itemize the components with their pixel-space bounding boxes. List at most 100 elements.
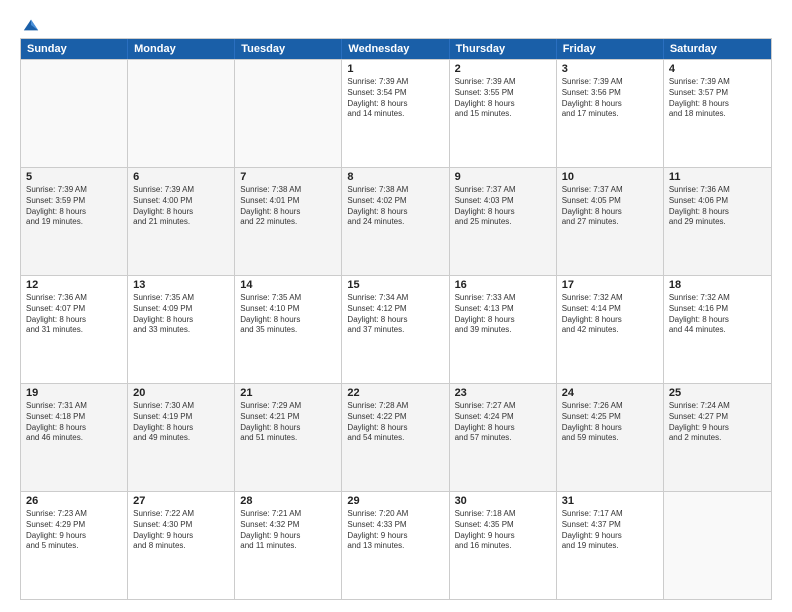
day-info: Sunrise: 7:36 AM Sunset: 4:06 PM Dayligh… xyxy=(669,185,766,228)
day-number: 2 xyxy=(455,63,551,75)
day-info: Sunrise: 7:27 AM Sunset: 4:24 PM Dayligh… xyxy=(455,401,551,444)
day-cell-7: 7 Sunrise: 7:38 AM Sunset: 4:01 PM Daylig… xyxy=(235,168,342,275)
day-cell-30: 30 Sunrise: 7:18 AM Sunset: 4:35 PM Dayli… xyxy=(450,492,557,599)
day-number: 30 xyxy=(455,495,551,507)
day-cell-11: 11 Sunrise: 7:36 AM Sunset: 4:06 PM Dayli… xyxy=(664,168,771,275)
empty-cell-r0c1 xyxy=(128,60,235,167)
day-number: 28 xyxy=(240,495,336,507)
day-number: 26 xyxy=(26,495,122,507)
day-info: Sunrise: 7:35 AM Sunset: 4:09 PM Dayligh… xyxy=(133,293,229,336)
day-cell-8: 8 Sunrise: 7:38 AM Sunset: 4:02 PM Daylig… xyxy=(342,168,449,275)
day-number: 24 xyxy=(562,387,658,399)
day-info: Sunrise: 7:23 AM Sunset: 4:29 PM Dayligh… xyxy=(26,509,122,552)
day-cell-20: 20 Sunrise: 7:30 AM Sunset: 4:19 PM Dayli… xyxy=(128,384,235,491)
day-info: Sunrise: 7:24 AM Sunset: 4:27 PM Dayligh… xyxy=(669,401,766,444)
day-info: Sunrise: 7:17 AM Sunset: 4:37 PM Dayligh… xyxy=(562,509,658,552)
calendar-row-5: 26 Sunrise: 7:23 AM Sunset: 4:29 PM Dayli… xyxy=(21,491,771,599)
day-info: Sunrise: 7:28 AM Sunset: 4:22 PM Dayligh… xyxy=(347,401,443,444)
day-cell-24: 24 Sunrise: 7:26 AM Sunset: 4:25 PM Dayli… xyxy=(557,384,664,491)
day-number: 4 xyxy=(669,63,766,75)
calendar: SundayMondayTuesdayWednesdayThursdayFrid… xyxy=(20,38,772,600)
day-number: 20 xyxy=(133,387,229,399)
day-number: 10 xyxy=(562,171,658,183)
calendar-row-4: 19Sunrise: 7:31 AM Sunset: 4:18 PM Dayli… xyxy=(21,383,771,491)
day-info: Sunrise: 7:39 AM Sunset: 3:54 PM Dayligh… xyxy=(347,77,443,120)
day-info: Sunrise: 7:37 AM Sunset: 4:05 PM Dayligh… xyxy=(562,185,658,228)
day-cell-22: 22 Sunrise: 7:28 AM Sunset: 4:22 PM Dayli… xyxy=(342,384,449,491)
day-number: 29 xyxy=(347,495,443,507)
weekday-header-tuesday: Tuesday xyxy=(235,39,342,59)
day-cell-1: 1 Sunrise: 7:39 AM Sunset: 3:54 PM Daylig… xyxy=(342,60,449,167)
day-cell-10: 10 Sunrise: 7:37 AM Sunset: 4:05 PM Dayli… xyxy=(557,168,664,275)
day-cell-12: 12Sunrise: 7:36 AM Sunset: 4:07 PM Dayli… xyxy=(21,276,128,383)
calendar-header: SundayMondayTuesdayWednesdayThursdayFrid… xyxy=(21,39,771,59)
day-number: 19 xyxy=(26,387,122,399)
day-number: 23 xyxy=(455,387,551,399)
calendar-row-1: 1 Sunrise: 7:39 AM Sunset: 3:54 PM Daylig… xyxy=(21,59,771,167)
day-cell-23: 23 Sunrise: 7:27 AM Sunset: 4:24 PM Dayli… xyxy=(450,384,557,491)
day-cell-4: 4 Sunrise: 7:39 AM Sunset: 3:57 PM Daylig… xyxy=(664,60,771,167)
weekday-header-friday: Friday xyxy=(557,39,664,59)
page-header xyxy=(20,16,772,30)
day-number: 6 xyxy=(133,171,229,183)
calendar-row-2: 5 Sunrise: 7:39 AM Sunset: 3:59 PM Daylig… xyxy=(21,167,771,275)
day-cell-25: 25 Sunrise: 7:24 AM Sunset: 4:27 PM Dayli… xyxy=(664,384,771,491)
day-info: Sunrise: 7:32 AM Sunset: 4:16 PM Dayligh… xyxy=(669,293,766,336)
day-info: Sunrise: 7:18 AM Sunset: 4:35 PM Dayligh… xyxy=(455,509,551,552)
day-cell-6: 6Sunrise: 7:39 AM Sunset: 4:00 PM Daylig… xyxy=(128,168,235,275)
weekday-header-sunday: Sunday xyxy=(21,39,128,59)
day-cell-29: 29 Sunrise: 7:20 AM Sunset: 4:33 PM Dayli… xyxy=(342,492,449,599)
day-cell-15: 15Sunrise: 7:34 AM Sunset: 4:12 PM Dayli… xyxy=(342,276,449,383)
day-info: Sunrise: 7:32 AM Sunset: 4:14 PM Dayligh… xyxy=(562,293,658,336)
page: SundayMondayTuesdayWednesdayThursdayFrid… xyxy=(0,0,792,612)
day-info: Sunrise: 7:29 AM Sunset: 4:21 PM Dayligh… xyxy=(240,401,336,444)
day-number: 18 xyxy=(669,279,766,291)
day-cell-14: 14Sunrise: 7:35 AM Sunset: 4:10 PM Dayli… xyxy=(235,276,342,383)
day-cell-21: 21 Sunrise: 7:29 AM Sunset: 4:21 PM Dayli… xyxy=(235,384,342,491)
day-info: Sunrise: 7:37 AM Sunset: 4:03 PM Dayligh… xyxy=(455,185,551,228)
day-info: Sunrise: 7:39 AM Sunset: 3:57 PM Dayligh… xyxy=(669,77,766,120)
day-number: 1 xyxy=(347,63,443,75)
day-info: Sunrise: 7:20 AM Sunset: 4:33 PM Dayligh… xyxy=(347,509,443,552)
day-number: 17 xyxy=(562,279,658,291)
day-info: Sunrise: 7:39 AM Sunset: 3:56 PM Dayligh… xyxy=(562,77,658,120)
day-info: Sunrise: 7:39 AM Sunset: 3:55 PM Dayligh… xyxy=(455,77,551,120)
day-cell-18: 18 Sunrise: 7:32 AM Sunset: 4:16 PM Dayli… xyxy=(664,276,771,383)
day-info: Sunrise: 7:21 AM Sunset: 4:32 PM Dayligh… xyxy=(240,509,336,552)
logo-icon xyxy=(22,16,40,34)
day-info: Sunrise: 7:39 AM Sunset: 3:59 PM Dayligh… xyxy=(26,185,122,228)
day-cell-27: 27 Sunrise: 7:22 AM Sunset: 4:30 PM Dayli… xyxy=(128,492,235,599)
empty-cell-r0c2 xyxy=(235,60,342,167)
empty-cell-r0c0 xyxy=(21,60,128,167)
day-info: Sunrise: 7:26 AM Sunset: 4:25 PM Dayligh… xyxy=(562,401,658,444)
day-cell-2: 2 Sunrise: 7:39 AM Sunset: 3:55 PM Daylig… xyxy=(450,60,557,167)
day-info: Sunrise: 7:33 AM Sunset: 4:13 PM Dayligh… xyxy=(455,293,551,336)
day-number: 12 xyxy=(26,279,122,291)
day-number: 9 xyxy=(455,171,551,183)
day-number: 22 xyxy=(347,387,443,399)
day-number: 3 xyxy=(562,63,658,75)
empty-cell-r4c6 xyxy=(664,492,771,599)
day-info: Sunrise: 7:22 AM Sunset: 4:30 PM Dayligh… xyxy=(133,509,229,552)
logo xyxy=(20,16,40,30)
day-number: 25 xyxy=(669,387,766,399)
day-cell-17: 17 Sunrise: 7:32 AM Sunset: 4:14 PM Dayli… xyxy=(557,276,664,383)
day-info: Sunrise: 7:38 AM Sunset: 4:01 PM Dayligh… xyxy=(240,185,336,228)
day-info: Sunrise: 7:35 AM Sunset: 4:10 PM Dayligh… xyxy=(240,293,336,336)
day-number: 21 xyxy=(240,387,336,399)
day-number: 8 xyxy=(347,171,443,183)
day-cell-19: 19Sunrise: 7:31 AM Sunset: 4:18 PM Dayli… xyxy=(21,384,128,491)
day-number: 7 xyxy=(240,171,336,183)
day-number: 11 xyxy=(669,171,766,183)
day-number: 13 xyxy=(133,279,229,291)
weekday-header-saturday: Saturday xyxy=(664,39,771,59)
day-info: Sunrise: 7:30 AM Sunset: 4:19 PM Dayligh… xyxy=(133,401,229,444)
day-info: Sunrise: 7:38 AM Sunset: 4:02 PM Dayligh… xyxy=(347,185,443,228)
day-number: 5 xyxy=(26,171,122,183)
day-cell-5: 5 Sunrise: 7:39 AM Sunset: 3:59 PM Daylig… xyxy=(21,168,128,275)
day-cell-3: 3 Sunrise: 7:39 AM Sunset: 3:56 PM Daylig… xyxy=(557,60,664,167)
day-number: 27 xyxy=(133,495,229,507)
weekday-header-wednesday: Wednesday xyxy=(342,39,449,59)
day-cell-9: 9 Sunrise: 7:37 AM Sunset: 4:03 PM Daylig… xyxy=(450,168,557,275)
weekday-header-monday: Monday xyxy=(128,39,235,59)
